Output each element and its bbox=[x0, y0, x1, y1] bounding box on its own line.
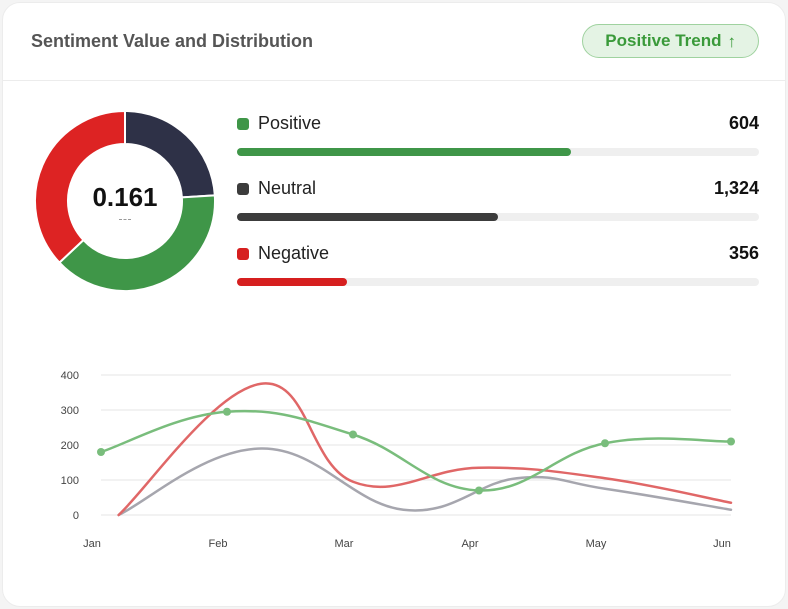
neutral-swatch bbox=[237, 182, 249, 195]
negative-label: Negative bbox=[258, 243, 330, 263]
positive-trend-badge[interactable]: Positive Trend ↑ bbox=[582, 24, 759, 58]
sentiment-card: Sentiment Value and Distribution Positiv… bbox=[2, 2, 786, 607]
card-header: Sentiment Value and Distribution Positiv… bbox=[3, 3, 785, 81]
y-tick-label: 200 bbox=[61, 440, 79, 452]
score-divider bbox=[119, 219, 131, 220]
y-tick-label: 0 bbox=[73, 510, 79, 522]
series-point bbox=[223, 407, 231, 416]
y-tick-label: 300 bbox=[61, 405, 79, 417]
series-point bbox=[475, 486, 483, 495]
x-tick-label: May bbox=[586, 538, 607, 550]
bar-row-neutral: Neutral 1,324 bbox=[237, 176, 759, 241]
x-tick-label: Jan bbox=[83, 538, 101, 550]
negative-swatch bbox=[237, 247, 249, 260]
series-point bbox=[349, 430, 357, 439]
positive-fill bbox=[237, 148, 572, 156]
positive-swatch bbox=[237, 117, 249, 130]
negative-fill bbox=[237, 278, 347, 286]
distribution-bars: Positive 604 Neutral 1,324 Negative 356 bbox=[237, 111, 759, 306]
positive-track bbox=[237, 148, 759, 156]
negative-track bbox=[237, 278, 759, 286]
neutral-track bbox=[237, 213, 759, 221]
card-title: Sentiment Value and Distribution bbox=[31, 31, 314, 51]
y-tick-label: 100 bbox=[61, 475, 79, 487]
positive-count: 604 bbox=[728, 113, 759, 133]
series-point bbox=[727, 437, 735, 446]
positive-label: Positive bbox=[258, 113, 322, 133]
sentiment-score: 0.161 bbox=[92, 182, 158, 212]
series-line-2 bbox=[117, 447, 733, 517]
x-tick-label: Feb bbox=[209, 538, 228, 550]
x-tick-label: Mar bbox=[335, 538, 354, 550]
bar-row-positive: Positive 604 bbox=[237, 111, 759, 176]
badge-label: Positive Trend bbox=[605, 31, 722, 50]
neutral-label: Neutral bbox=[258, 178, 317, 198]
series-point bbox=[601, 439, 609, 448]
series-point bbox=[97, 448, 105, 456]
bar-row-negative: Negative 356 bbox=[237, 241, 759, 306]
negative-count: 356 bbox=[728, 243, 759, 263]
donut-center: 0.161 bbox=[33, 109, 217, 293]
sentiment-donut: 0.161 bbox=[33, 109, 217, 293]
neutral-count: 1,324 bbox=[713, 178, 759, 198]
neutral-fill bbox=[237, 213, 498, 221]
arrow-up-icon: ↑ bbox=[727, 31, 737, 51]
series-line-0 bbox=[99, 409, 733, 492]
y-tick-label: 400 bbox=[61, 370, 79, 382]
sentiment-line-chart: 0 100 200 300 400 Jan Feb Mar Apr May Jun bbox=[61, 370, 735, 550]
x-tick-label: Jun bbox=[713, 538, 731, 550]
x-tick-label: Apr bbox=[461, 538, 478, 550]
